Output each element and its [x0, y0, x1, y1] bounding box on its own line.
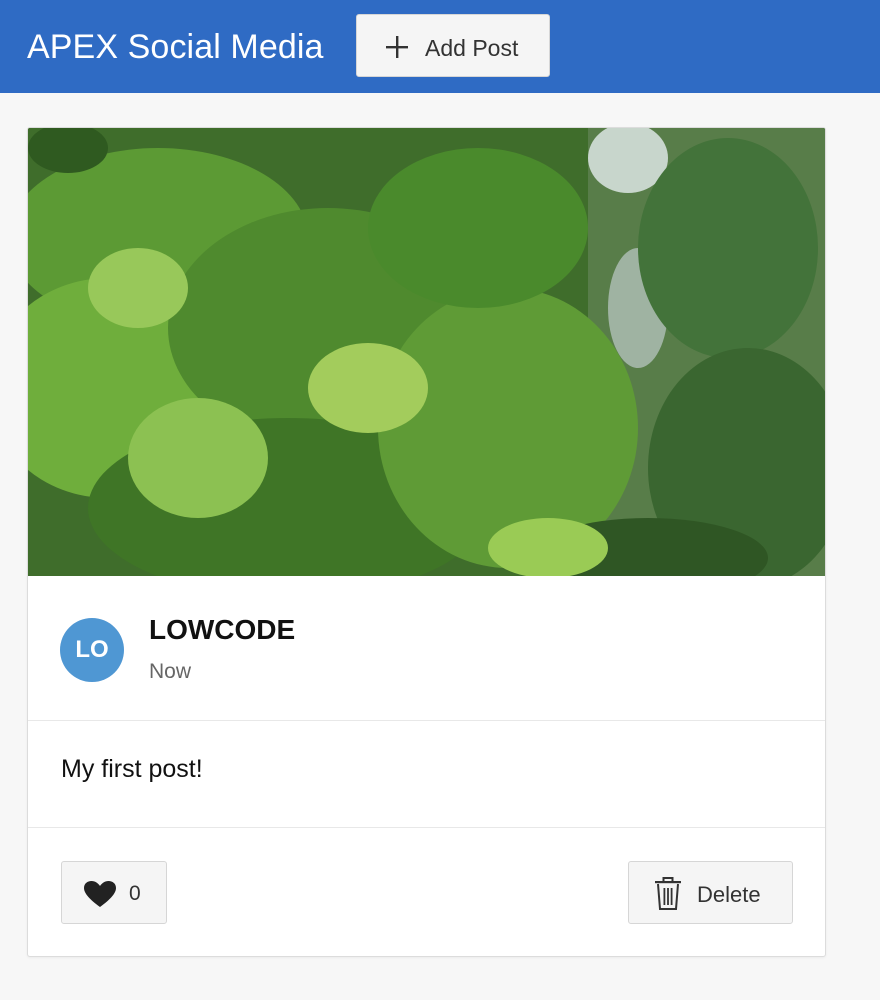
app-header: APEX Social Media Add Post	[0, 0, 880, 93]
heart-icon	[84, 881, 116, 907]
post-card: LO LOWCODE Now My first post! 0 Delete	[27, 127, 826, 957]
author-name: LOWCODE	[149, 614, 296, 645]
avatar: LO	[60, 618, 124, 682]
post-author-row: LO LOWCODE Now	[28, 576, 825, 721]
plus-icon	[386, 36, 408, 58]
post-text: My first post!	[61, 755, 203, 783]
delete-post-button[interactable]: Delete	[628, 861, 793, 924]
like-button[interactable]: 0	[61, 861, 167, 924]
add-post-button[interactable]: Add Post	[356, 14, 550, 77]
trash-icon	[655, 877, 681, 910]
add-post-label: Add Post	[425, 35, 519, 61]
like-count: 0	[129, 882, 141, 905]
post-image	[28, 128, 825, 576]
post-body: My first post!	[28, 721, 825, 828]
app-title: APEX Social Media	[27, 28, 324, 66]
post-timestamp: Now	[149, 660, 192, 683]
delete-label: Delete	[697, 882, 761, 907]
